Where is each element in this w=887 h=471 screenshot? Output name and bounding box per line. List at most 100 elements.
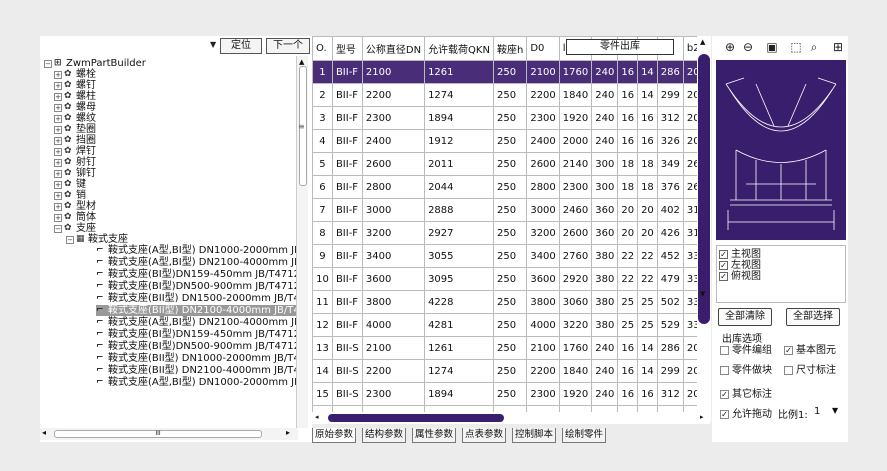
checkbox-unchecked[interactable] xyxy=(720,365,729,375)
checkbox-checked[interactable]: ✓ xyxy=(719,271,728,281)
tree-category[interactable]: + ✿ 螺栓 xyxy=(54,69,96,80)
table-cell[interactable]: 380 xyxy=(591,290,619,314)
column-header[interactable]: 允许载荷QKN xyxy=(424,36,494,61)
table-cell[interactable]: 22 xyxy=(637,267,658,291)
checkbox-checked[interactable]: ✓ xyxy=(784,345,793,355)
table-cell[interactable]: 18 xyxy=(637,152,658,176)
table-cell[interactable]: 2600 xyxy=(361,152,426,176)
table-cell[interactable]: BII-F xyxy=(331,221,363,245)
table-cell[interactable]: 2300 xyxy=(558,175,593,199)
table-cell[interactable]: 2888 xyxy=(424,198,494,222)
table-row[interactable]: 3BII-F23001894250230019202401616312208 xyxy=(312,106,710,130)
table-cell[interactable]: 2100 xyxy=(526,336,560,360)
part-export-button[interactable]: 零件出库 xyxy=(566,39,674,55)
table-cell[interactable]: 250 xyxy=(492,267,528,291)
table-cell[interactable]: 299 xyxy=(656,83,684,107)
table-cell[interactable]: 299 xyxy=(656,359,684,383)
row-number[interactable]: 5 xyxy=(312,152,333,176)
tree-category[interactable]: + ✿ 螺柱 xyxy=(54,91,96,102)
tree-leaf[interactable]: ⌐ 鞍式支座(A型,BI型) DN2100-4000mm JB/T xyxy=(96,257,304,268)
table-row[interactable]: 14BII-S22001274250220018402401614299208 xyxy=(312,359,710,383)
view-item[interactable]: ✓ 俯视图 xyxy=(719,271,761,282)
table-cell[interactable]: 18 xyxy=(617,175,639,199)
table-cell[interactable]: 4000 xyxy=(526,313,560,337)
table-cell[interactable]: 2140 xyxy=(558,152,593,176)
row-number[interactable]: 3 xyxy=(312,106,333,130)
table-cell[interactable]: 2011 xyxy=(424,152,494,176)
search-dropdown-icon[interactable]: ▼ xyxy=(210,40,216,49)
table-cell[interactable]: 16 xyxy=(617,129,639,153)
table-cell[interactable]: 300 xyxy=(591,152,619,176)
tree-category[interactable]: + ✿ 垫圈 xyxy=(54,124,96,135)
table-cell[interactable]: 2300 xyxy=(526,106,560,130)
table-cell[interactable]: 312 xyxy=(656,106,684,130)
collapse-icon[interactable]: − xyxy=(44,59,52,68)
table-cell[interactable]: 2200 xyxy=(526,83,560,107)
table-cell[interactable]: 426 xyxy=(656,221,684,245)
table-cell[interactable]: 25 xyxy=(637,290,658,314)
row-number[interactable]: 7 xyxy=(312,198,333,222)
table-cell[interactable]: 2300 xyxy=(361,106,426,130)
tree-leaf[interactable]: ⌐ 鞍式支座(A型,BI型) DN1000-2000mm JB/T xyxy=(96,245,304,256)
table-cell[interactable]: 1261 xyxy=(424,336,494,360)
tree-category[interactable]: + ✿ 键 xyxy=(54,179,86,190)
opt-part-group[interactable]: 零件编组 xyxy=(720,345,772,357)
table-cell[interactable]: 2044 xyxy=(424,175,494,199)
table-cell[interactable]: BII-F xyxy=(331,129,363,153)
expand-icon[interactable]: + xyxy=(54,70,62,79)
table-cell[interactable]: 250 xyxy=(492,336,528,360)
table-cell[interactable]: 3200 xyxy=(361,221,426,245)
table-row[interactable]: 7BII-F30002888250300024603602020402316 xyxy=(312,198,710,222)
locate-button[interactable]: 定位 xyxy=(220,38,262,54)
tab-5[interactable]: 绘制零件 xyxy=(562,428,607,443)
tree-category[interactable]: + ✿ 射钉 xyxy=(54,157,96,168)
table-cell[interactable]: BII-F xyxy=(331,106,363,130)
table-row[interactable]: 12BII-F40004281250400032203802525529335 xyxy=(312,313,710,337)
grid-scroll-down-icon[interactable]: ▼ xyxy=(700,290,705,298)
expand-icon[interactable]: + xyxy=(54,191,62,200)
grid-hscroll-thumb[interactable] xyxy=(328,414,504,422)
table-cell[interactable]: 360 xyxy=(591,198,619,222)
table-cell[interactable]: 4000 xyxy=(361,313,426,337)
table-cell[interactable]: 22 xyxy=(617,267,639,291)
table-cell[interactable]: 2200 xyxy=(361,83,426,107)
table-cell[interactable]: 250 xyxy=(492,359,528,383)
table-cell[interactable]: 250 xyxy=(492,313,528,337)
table-cell[interactable]: 22 xyxy=(637,244,658,268)
table-row[interactable]: 8BII-F32002927250320026003602020426316 xyxy=(312,221,710,245)
table-cell[interactable]: 2400 xyxy=(526,129,560,153)
table-cell[interactable]: 2920 xyxy=(558,267,593,291)
table-cell[interactable]: BII-F xyxy=(331,290,363,314)
table-cell[interactable]: 1274 xyxy=(424,83,494,107)
opt-other-annotation[interactable]: ✓ 其它标注 xyxy=(720,389,772,401)
table-row[interactable]: 6BII-F28002044250280023003001818376268 xyxy=(312,175,710,199)
table-cell[interactable]: 2200 xyxy=(361,359,426,383)
table-cell[interactable]: 20 xyxy=(637,221,658,245)
table-cell[interactable]: 3600 xyxy=(526,267,560,291)
tree-subgroup[interactable]: − ▦ 鞍式支座 xyxy=(66,234,128,245)
scale-dropdown-icon[interactable]: ▼ xyxy=(832,406,838,415)
table-cell[interactable]: 286 xyxy=(656,336,684,360)
table-cell[interactable]: 250 xyxy=(492,175,528,199)
table-row[interactable]: 1BII-F21001261250210017602401614286208 xyxy=(312,60,710,84)
table-row[interactable]: 15BII-S23001894250230019202401616312208 xyxy=(312,382,710,406)
table-row[interactable]: 9BII-F34003055250340027603802222452335 xyxy=(312,244,710,268)
table-cell[interactable]: 1920 xyxy=(558,106,593,130)
tree-horizontal-scrollbar[interactable]: ◂ III ▸ xyxy=(40,428,298,440)
scroll-left-icon[interactable]: ◂ xyxy=(42,428,46,437)
table-cell[interactable]: 1261 xyxy=(424,60,494,84)
tree-leaf[interactable]: ⌐ 鞍式支座(A型,BI型) DN1000-2000mm JB/T xyxy=(96,377,304,388)
table-cell[interactable]: 2200 xyxy=(526,359,560,383)
checkbox-unchecked[interactable] xyxy=(720,345,729,355)
table-cell[interactable]: 1912 xyxy=(424,129,494,153)
expand-icon[interactable]: + xyxy=(54,202,62,211)
scroll-right-icon[interactable]: ▸ xyxy=(286,428,290,437)
table-cell[interactable]: 2760 xyxy=(558,244,593,268)
table-cell[interactable]: 1760 xyxy=(558,60,593,84)
tab-2[interactable]: 属性参数 xyxy=(412,428,457,443)
row-number[interactable]: 10 xyxy=(312,267,333,291)
zoom-extents-icon[interactable]: ▣ xyxy=(764,40,780,54)
expand-icon[interactable]: − xyxy=(54,224,62,233)
view-item[interactable]: ✓ 主视图 xyxy=(719,249,761,260)
checkbox-checked[interactable]: ✓ xyxy=(720,409,729,419)
